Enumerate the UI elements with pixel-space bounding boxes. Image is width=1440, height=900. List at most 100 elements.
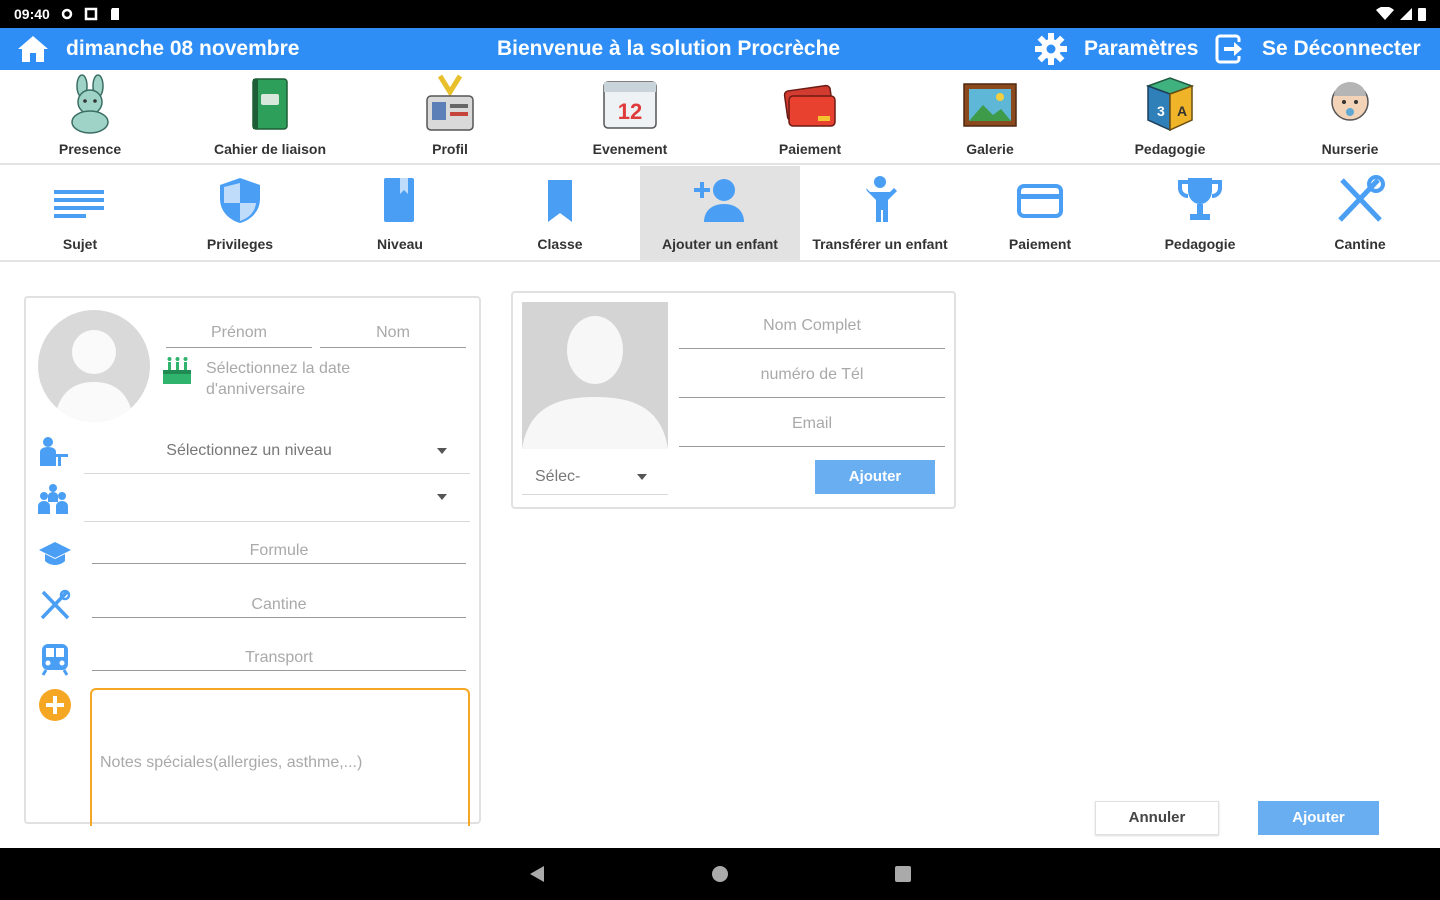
tab-label: Ajouter un enfant	[662, 236, 778, 252]
svg-text:3: 3	[1157, 103, 1165, 119]
tel-underline	[679, 386, 945, 398]
tab-label: Niveau	[377, 236, 423, 252]
notes-placeholder: Notes spéciales(allergies, asthme,...)	[100, 754, 363, 771]
tab-label: Privileges	[206, 236, 274, 252]
formule-input[interactable]: Formule	[92, 542, 466, 560]
module-label: Profil	[432, 141, 468, 157]
tab-label: Paiement	[1008, 236, 1072, 252]
birthday-picker[interactable]: Sélectionnez la date d'anniversaire	[206, 358, 350, 400]
book-icon	[384, 178, 414, 222]
tab-label: Sujet	[62, 236, 98, 252]
tab-ajouter-enfant[interactable]: Ajouter un enfant	[640, 166, 800, 260]
module-cahier[interactable]: Cahier de liaison	[180, 70, 360, 165]
admin-tab-bar: Sujet Privileges Niveau Classe Ajouter u…	[0, 166, 1440, 262]
app-header: dimanche 08 novembre Bienvenue à la solu…	[0, 28, 1440, 70]
fork-knife-icon	[40, 589, 71, 620]
subject-lines-icon	[54, 190, 104, 218]
prenom-underline	[166, 330, 312, 348]
header-welcome: Bienvenue à la solution Procrèche	[497, 37, 841, 60]
child-icon	[866, 176, 897, 222]
relation-underline	[522, 491, 668, 495]
settings-link[interactable]: Paramètres	[1084, 37, 1198, 61]
tab-cantine[interactable]: Cantine	[1280, 166, 1440, 260]
module-profil[interactable]: Profil	[360, 70, 540, 165]
chevron-down-icon	[437, 494, 447, 500]
home-nav-icon[interactable]	[710, 864, 730, 884]
birthday-cake-icon	[163, 357, 191, 384]
clock: 09:40	[14, 6, 50, 22]
add-person-icon	[694, 179, 744, 222]
calendar-icon: 12	[603, 81, 657, 129]
logout-icon[interactable]	[1214, 32, 1246, 66]
module-bar: Presence Cahier de liaison Profil 12 Eve…	[0, 70, 1440, 165]
add-circle-icon[interactable]	[38, 688, 72, 722]
tab-privileges[interactable]: Privileges	[160, 166, 320, 260]
nom-complet-input[interactable]: Nom Complet	[679, 317, 945, 335]
cantine-input[interactable]: Cantine	[92, 596, 466, 614]
module-evenement[interactable]: 12 Evenement	[540, 70, 720, 165]
tab-niveau[interactable]: Niveau	[320, 166, 480, 260]
home-icon[interactable]	[16, 33, 50, 65]
tab-label: Cantine	[1334, 236, 1386, 252]
header-date: dimanche 08 novembre	[66, 37, 300, 60]
tab-sujet[interactable]: Sujet	[0, 166, 160, 260]
notes-textarea[interactable]: Notes spéciales(allergies, asthme,...)	[90, 688, 470, 826]
android-nav-bar	[0, 848, 1440, 900]
nom-complet-underline	[679, 337, 945, 349]
battery-icon	[1418, 8, 1426, 21]
submit-button[interactable]: Ajouter	[1258, 801, 1379, 835]
id-badge-icon	[426, 74, 474, 131]
chevron-down-icon	[637, 474, 647, 480]
settings-notification-icon	[61, 8, 73, 20]
transport-underline	[92, 667, 466, 671]
bookmark-icon	[548, 180, 572, 222]
module-presence[interactable]: Presence	[0, 70, 180, 165]
chevron-down-icon	[437, 448, 447, 454]
transport-input[interactable]: Transport	[92, 649, 466, 667]
tab-classe[interactable]: Classe	[480, 166, 640, 260]
birthday-text-line2: d'anniversaire	[206, 381, 306, 398]
train-icon	[41, 644, 69, 676]
add-parent-button[interactable]: Ajouter	[815, 460, 935, 494]
status-bar: 09:40	[0, 0, 1440, 28]
tab-pedagogie[interactable]: Pedagogie	[1120, 166, 1280, 260]
tel-input[interactable]: numéro de Tél	[679, 366, 945, 384]
picture-icon	[963, 83, 1017, 127]
formule-underline	[92, 560, 466, 564]
card-icon	[1017, 184, 1063, 218]
signal-icon	[1400, 8, 1412, 20]
gear-icon[interactable]	[1034, 32, 1068, 66]
module-label: Cahier de liaison	[213, 141, 327, 157]
baby-icon	[1331, 82, 1369, 121]
graduation-cap-icon	[39, 542, 71, 565]
classe-underline	[84, 518, 470, 522]
teacher-icon	[40, 437, 68, 466]
module-label: Paiement	[778, 141, 842, 157]
recents-icon[interactable]	[893, 864, 913, 884]
module-paiement[interactable]: Paiement	[720, 70, 900, 165]
credit-card-icon	[783, 84, 836, 127]
child-avatar[interactable]	[38, 310, 150, 422]
module-galerie[interactable]: Galerie	[900, 70, 1080, 165]
module-nurserie[interactable]: Nurserie	[1260, 70, 1440, 165]
back-icon[interactable]	[528, 864, 548, 884]
tab-transferer-enfant[interactable]: Transférer un enfant	[800, 166, 960, 260]
svg-text:12: 12	[618, 99, 642, 124]
module-label: Pedagogie	[1134, 141, 1206, 157]
relation-select[interactable]: Sélec-	[535, 468, 580, 486]
notebook-icon	[252, 78, 288, 130]
logout-link[interactable]: Se Déconnecter	[1262, 37, 1421, 61]
niveau-select[interactable]: Sélectionnez un niveau	[84, 442, 414, 460]
shield-icon	[220, 178, 260, 223]
cantine-underline	[92, 614, 466, 618]
cancel-button[interactable]: Annuler	[1095, 801, 1219, 835]
email-underline	[679, 435, 945, 447]
module-label: Presence	[58, 141, 122, 157]
sd-card-icon	[110, 8, 119, 20]
email-input[interactable]: Email	[679, 415, 945, 433]
module-pedagogie[interactable]: 3 A Pedagogie	[1080, 70, 1260, 165]
tab-paiement[interactable]: Paiement	[960, 166, 1120, 260]
niveau-underline	[84, 470, 470, 474]
parent-photo[interactable]	[522, 302, 668, 449]
fork-knife-icon	[1338, 175, 1385, 222]
